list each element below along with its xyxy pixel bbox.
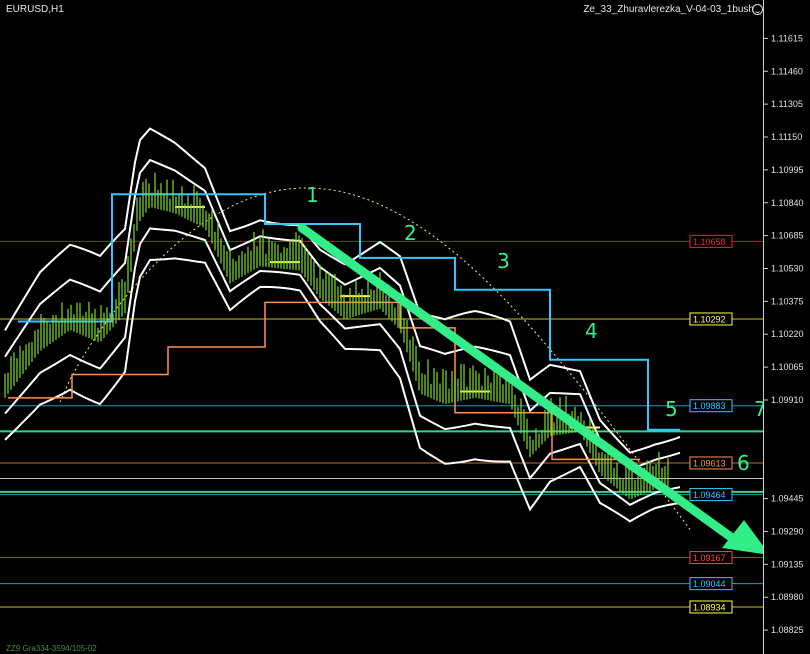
price-tick-label: 1.10685 [771,231,804,241]
wave-label-3: 3 [497,249,510,273]
price-level-label: 1.09464 [693,490,726,500]
smiley-icon [752,4,763,15]
symbol-title: EURUSD,H1 [6,4,64,15]
price-axis-svg: 1.11615 1.11460 1.11305 1.11150 1.10995 1.108… [764,33,804,635]
wave-label-2: 2 [404,221,417,245]
wave-label-5: 5 [665,397,678,421]
price-tick-label: 1.09135 [771,559,804,569]
price-tick-label: 1.10840 [771,198,804,208]
price-tick-label: 1.10375 [771,296,804,306]
price-level-label: 1.10292 [693,314,726,324]
price-tick-label: 1.11150 [771,132,802,142]
price-tick-label: 1.11305 [771,99,803,109]
price-axis[interactable]: 1.11615 1.11460 1.11305 1.11150 1.10995 1.108… [763,0,810,654]
wave-label-4: 4 [585,319,598,343]
price-tick-label: 1.10220 [771,329,804,339]
price-tick-label: 1.10530 [771,263,804,273]
price-level-label: 1.10658 [693,237,726,247]
price-level-label: 1.09883 [693,401,726,411]
indicator-footer: ZZ9 Gra334-3594/105-02 [6,644,97,653]
indicator-name: Ze_33_Zhuravlerezka_V-04-03_1bush [583,4,754,15]
price-tick-label: 1.09910 [771,395,804,405]
wave-label-1: 1 [306,183,319,207]
price-tick-label: 1.10995 [771,165,804,175]
chart-window[interactable]: 1.106581.102921.098831.097621.096131.095… [0,0,810,654]
price-level-label: 1.09613 [693,458,726,468]
price-tick-label: 1.09445 [771,494,804,504]
price-tick-label: 1.11460 [771,66,803,76]
envelope-upper-outer [4,127,681,454]
price-tick-label: 1.08825 [771,625,804,635]
wave-label-6: 6 [737,451,750,475]
price-chart[interactable]: 1.106581.102921.098831.097621.096131.095… [0,0,810,654]
trend-arrow-shaft [297,223,740,545]
price-tick-label: 1.08980 [771,592,804,602]
price-tick-label: 1.11615 [771,33,803,43]
price-level-label: 1.08934 [693,602,726,612]
envelope-lower-outer [4,257,681,523]
price-tick-label: 1.10065 [771,362,804,372]
price-tick-label: 1.09290 [771,526,804,536]
price-level-label: 1.09044 [693,579,726,589]
price-level-label: 1.09167 [693,553,726,563]
